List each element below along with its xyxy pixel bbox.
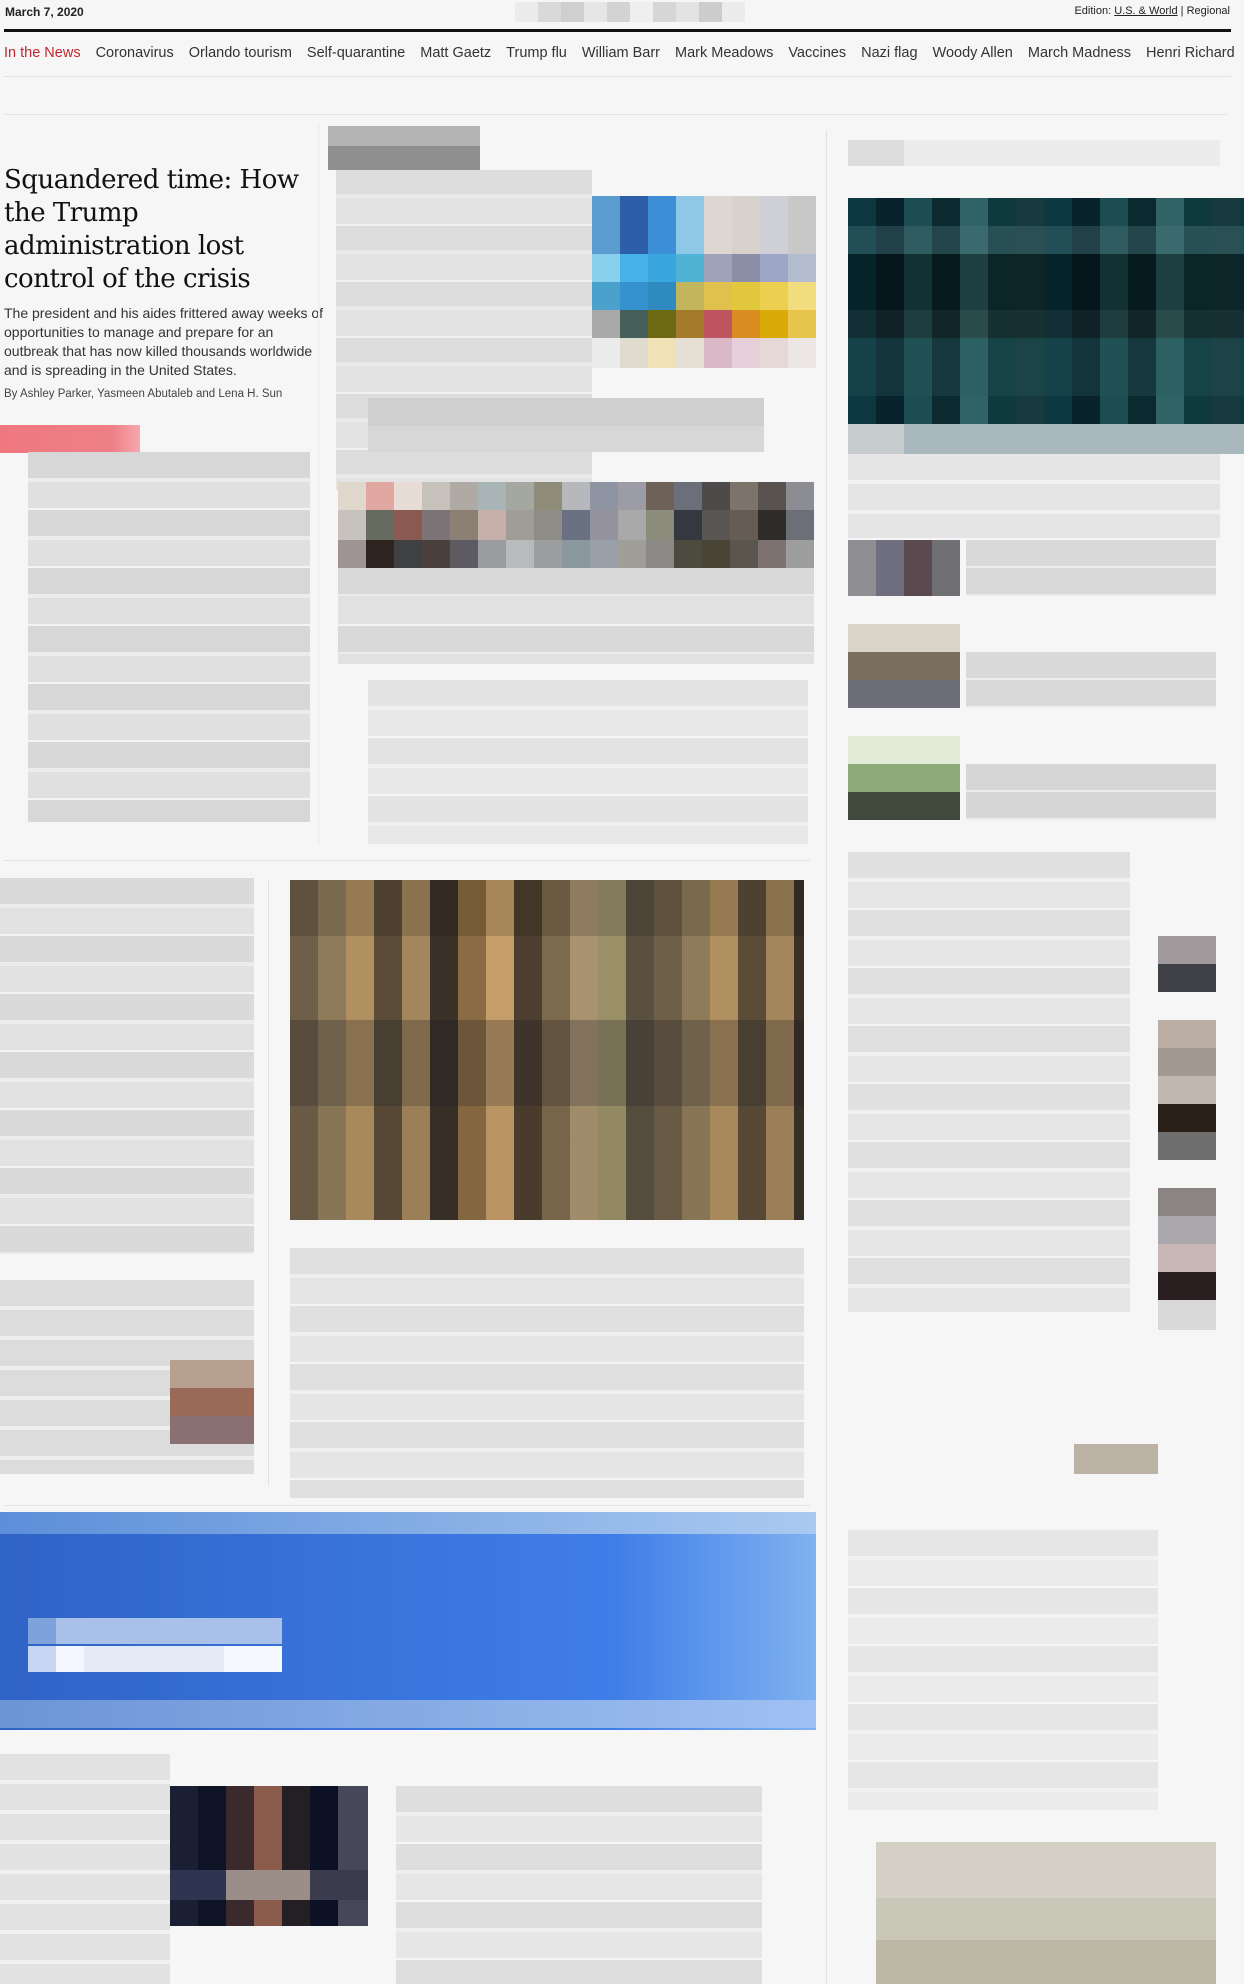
- bottom-thumb[interactable]: [170, 1786, 368, 1926]
- nav-item-william-barr[interactable]: William Barr: [582, 45, 660, 65]
- edition-label: Edition:: [1074, 5, 1112, 17]
- bottom-thumb-lower: [170, 1870, 368, 1900]
- edition-separator: |: [1180, 5, 1184, 17]
- nav-divider: [4, 76, 1231, 77]
- edition-us-world-link[interactable]: U.S. & World: [1114, 5, 1177, 17]
- nav-item-orlando-tourism[interactable]: Orlando tourism: [189, 45, 292, 65]
- right-lower-blurred-text: [848, 1530, 1158, 1810]
- nav-item-matt-gaetz[interactable]: Matt Gaetz: [420, 45, 491, 65]
- right-top-label: [848, 140, 1220, 166]
- right-list-text-3: [966, 764, 1216, 820]
- promo-banner-text: [28, 1646, 282, 1672]
- nav-item-woody-allen[interactable]: Woody Allen: [933, 45, 1013, 65]
- lead-byline: By Ashley Parker, Yasmeen Abutaleb and L…: [4, 388, 283, 400]
- right-mid-thumb-3[interactable]: [1158, 1188, 1216, 1330]
- masthead-rule: [4, 29, 1231, 32]
- nav-item-march-madness[interactable]: March Madness: [1028, 45, 1131, 65]
- page-date: March 7, 2020: [5, 5, 84, 19]
- right-mid-thumb-1[interactable]: [1158, 936, 1216, 992]
- mid-left-thumb[interactable]: [170, 1360, 254, 1444]
- center-top-headline-bar: [368, 398, 764, 452]
- center-top-image-row3: [592, 282, 816, 310]
- right-top-blurred-text: [848, 454, 1220, 538]
- promo-banner-top: [0, 1512, 816, 1534]
- bottom-center-blurred-text: [396, 1786, 762, 1984]
- nav-item-mark-meadows[interactable]: Mark Meadows: [675, 45, 773, 65]
- center-top-image-row4: [592, 310, 816, 338]
- center-top-image-row2: [592, 254, 816, 282]
- left-column-blurred-headlines: [28, 452, 310, 822]
- left-column-divider-vertical: [318, 125, 320, 845]
- right-list-thumb-3[interactable]: [848, 736, 960, 820]
- edition-switcher: Edition: U.S. & World | Regional: [1074, 5, 1230, 17]
- center-top-image-row5: [592, 338, 816, 368]
- promo-banner-text-2: [28, 1618, 282, 1644]
- right-list-thumb-2[interactable]: [848, 624, 960, 708]
- center-gallery-strip-row2: [338, 510, 814, 540]
- right-list-text-2: [966, 652, 1216, 708]
- center-blurred-text-lower: [368, 680, 808, 844]
- section-divider: [4, 114, 1227, 115]
- center-top-thumbnail-label: [328, 126, 480, 170]
- mid-left-blurred-text: [0, 878, 254, 1254]
- center-gallery-strip-row3: [338, 540, 814, 568]
- column-divider-right: [826, 130, 827, 1984]
- lead-headline[interactable]: Squandered time: How the Trump administr…: [4, 164, 304, 296]
- nav-item-nazi-flag[interactable]: Nazi flag: [861, 45, 917, 65]
- mid-column-divider: [268, 880, 269, 1486]
- row-divider-2: [4, 1505, 810, 1506]
- right-bottom-image[interactable]: [876, 1842, 1216, 1984]
- right-mid-blurred-text: [848, 852, 1130, 1312]
- nav-item-vaccines[interactable]: Vaccines: [788, 45, 846, 65]
- right-top-image-overlay: [848, 226, 1244, 396]
- lead-blurb: The president and his aides frittered aw…: [4, 305, 324, 378]
- in-the-news-nav: In the News Coronavirus Orlando tourism …: [4, 45, 1235, 65]
- in-the-news-label: In the News: [4, 45, 81, 61]
- nav-item-coronavirus[interactable]: Coronavirus: [96, 45, 174, 65]
- promo-banner-strip: [0, 1700, 816, 1728]
- mid-center-blurred-text: [290, 1248, 804, 1498]
- nav-item-self-quarantine[interactable]: Self-quarantine: [307, 45, 405, 65]
- mid-center-image-shade: [290, 880, 804, 1220]
- right-mid-thumb-4[interactable]: [1074, 1444, 1158, 1474]
- edition-regional-link[interactable]: Regional: [1187, 5, 1230, 17]
- right-top-image-caption: [848, 424, 1244, 454]
- section-label-bar: [0, 425, 140, 453]
- bottom-left-blurred-text: [0, 1754, 170, 1984]
- site-logo[interactable]: [515, 2, 745, 22]
- nav-item-henri-richard[interactable]: Henri Richard: [1146, 45, 1235, 65]
- nav-item-trump-flu[interactable]: Trump flu: [506, 45, 567, 65]
- right-list-text-1: [966, 540, 1216, 596]
- right-mid-thumb-2[interactable]: [1158, 1020, 1216, 1160]
- row-divider-1: [4, 860, 810, 861]
- center-gallery-captions: [338, 568, 814, 664]
- right-list-thumb-1[interactable]: [848, 540, 960, 596]
